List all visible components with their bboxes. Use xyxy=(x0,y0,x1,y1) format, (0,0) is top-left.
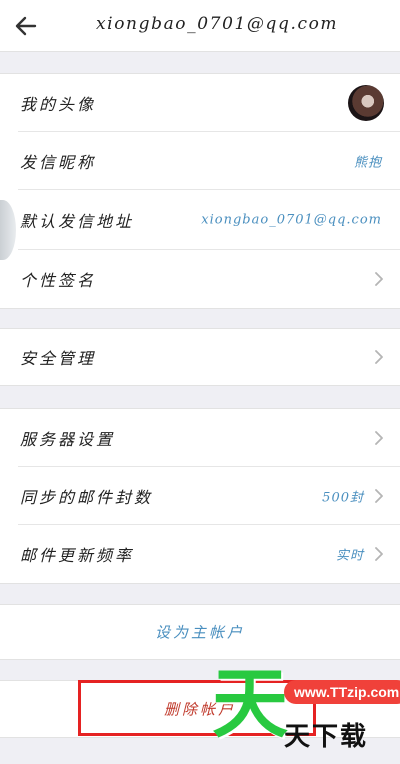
update-frequency-row[interactable]: 邮件更新频率 实时 xyxy=(0,525,400,583)
security-label: 安全管理 xyxy=(20,349,97,368)
avatar-label: 我的头像 xyxy=(20,95,97,114)
security-row[interactable]: 安全管理 xyxy=(0,329,400,385)
delete-account-button[interactable]: 删除帐户 xyxy=(0,681,400,737)
security-section: 安全管理 xyxy=(0,328,400,386)
page-title: xiongbao_0701@qq.com xyxy=(96,14,339,34)
server-section: 服务器设置 同步的邮件封数 500封 邮件更新频率 实时 xyxy=(0,408,400,584)
server-settings-row[interactable]: 服务器设置 xyxy=(0,409,400,467)
signature-row[interactable]: 个性签名 xyxy=(0,250,400,308)
chevron-right-icon xyxy=(375,272,383,286)
chevron-right-icon xyxy=(375,431,383,445)
avatar-row[interactable]: 我的头像 xyxy=(0,74,400,132)
nickname-value: 熊抱 xyxy=(353,155,382,171)
update-frequency-label: 邮件更新频率 xyxy=(20,546,135,565)
delete-account-label: 删除帐户 xyxy=(163,700,236,719)
arrow-left-icon xyxy=(15,16,37,36)
chevron-right-icon xyxy=(375,350,383,364)
update-frequency-value: 实时 xyxy=(335,548,364,564)
sync-count-row[interactable]: 同步的邮件封数 500封 xyxy=(0,467,400,525)
top-bar: xiongbao_0701@qq.com xyxy=(0,0,400,52)
back-button[interactable] xyxy=(8,8,44,44)
default-address-value: xiongbao_0701@qq.com xyxy=(201,212,382,228)
delete-section: 删除帐户 xyxy=(0,680,400,738)
set-primary-label: 设为主帐户 xyxy=(154,623,245,642)
signature-label: 个性签名 xyxy=(20,271,97,290)
profile-section: 我的头像 发信昵称 熊抱 默认发信地址 xiongbao_0701@qq.com… xyxy=(0,73,400,309)
nickname-row[interactable]: 发信昵称 熊抱 xyxy=(0,132,400,190)
default-address-label: 默认发信地址 xyxy=(20,212,135,231)
default-address-row[interactable]: 默认发信地址 xiongbao_0701@qq.com xyxy=(0,190,400,250)
nickname-label: 发信昵称 xyxy=(20,153,97,172)
chevron-right-icon xyxy=(375,547,383,561)
sync-count-label: 同步的邮件封数 xyxy=(20,488,154,507)
chevron-right-icon xyxy=(375,489,383,503)
set-primary-button[interactable]: 设为主帐户 xyxy=(0,605,400,659)
sync-count-value: 500封 xyxy=(322,490,364,506)
server-settings-label: 服务器设置 xyxy=(20,430,116,449)
set-primary-section: 设为主帐户 xyxy=(0,604,400,660)
avatar[interactable] xyxy=(348,85,384,121)
